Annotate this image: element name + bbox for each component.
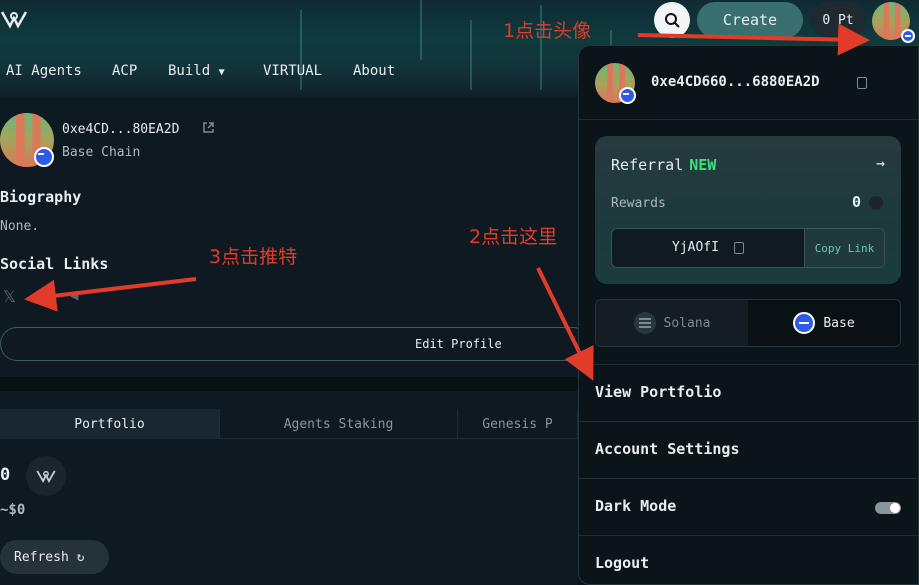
copy-icon[interactable]: [857, 77, 867, 89]
base-chain-badge-icon: [901, 29, 915, 43]
tab-agents-staking[interactable]: Agents Staking: [220, 409, 458, 439]
background-streak: [420, 0, 422, 60]
virtual-token-icon: [26, 456, 66, 496]
refresh-icon: ↻: [76, 549, 85, 565]
virtual-coin-icon: [869, 196, 883, 210]
portfolio-tabs: Portfolio Agents Staking Genesis P: [0, 409, 578, 439]
nav-build[interactable]: Build ▼: [168, 63, 225, 79]
chain-label-base: Base: [823, 315, 855, 331]
edit-profile-label: Edit Profile: [415, 337, 502, 351]
search-button[interactable]: [654, 2, 690, 38]
nav-build-label: Build: [168, 63, 211, 79]
annotation-step2: 2点击这里: [469, 226, 558, 248]
nav-virtual[interactable]: VIRTUAL: [263, 63, 322, 79]
edit-profile-button[interactable]: Edit Profile: [0, 327, 590, 361]
divider: [579, 478, 918, 479]
dropdown-address: 0xe4CD660...6880EA2D: [651, 74, 820, 90]
biography-text: None.: [0, 219, 40, 234]
chain-option-base[interactable]: Base: [748, 300, 900, 346]
chevron-down-icon: ▼: [218, 67, 225, 78]
arrow-right-icon[interactable]: →: [876, 154, 885, 172]
divider: [579, 421, 918, 422]
nav-acp[interactable]: ACP: [112, 63, 137, 79]
base-chain-badge-icon: [619, 87, 636, 104]
refresh-label: Refresh: [14, 549, 69, 565]
refresh-button[interactable]: Refresh ↻: [0, 540, 109, 574]
profile-panel: 0xe4CD...80EA2D Base Chain Biography Non…: [0, 97, 590, 585]
referral-label: Referral: [611, 156, 684, 174]
section-divider: [0, 377, 578, 391]
biography-heading: Biography: [0, 188, 82, 206]
new-badge: NEW: [689, 156, 717, 174]
search-icon: [665, 13, 680, 28]
chain-selector: Solana Base: [595, 299, 901, 347]
referral-code-box: YjAOfI Copy Link: [611, 228, 885, 268]
tab-portfolio[interactable]: Portfolio: [0, 409, 220, 439]
social-links-heading: Social Links: [0, 255, 109, 273]
base-icon: [793, 312, 816, 334]
nav-about[interactable]: About: [353, 63, 395, 79]
menu-account-settings[interactable]: Account Settings: [595, 440, 740, 458]
menu-logout[interactable]: Logout: [595, 554, 649, 572]
menu-dark-mode: Dark Mode: [595, 497, 677, 515]
copy-icon[interactable]: [734, 242, 744, 254]
rewards-value: 0: [852, 193, 862, 211]
divider: [579, 535, 918, 536]
divider: [579, 119, 918, 120]
points-button[interactable]: 0 Pt: [810, 2, 866, 38]
tab-genesis[interactable]: Genesis P: [458, 409, 578, 439]
nav-ai-agents[interactable]: AI Agents: [6, 63, 82, 79]
divider: [579, 364, 918, 365]
menu-view-portfolio[interactable]: View Portfolio: [595, 383, 721, 401]
referral-card: Referral NEW → Rewards 0 YjAOfI Copy Link: [595, 136, 901, 284]
chain-label-solana: Solana: [663, 315, 711, 331]
annotation-step3: 3点击推特: [209, 246, 298, 268]
balance-value: 0: [0, 465, 11, 485]
dark-mode-toggle[interactable]: [875, 502, 901, 514]
x-twitter-icon[interactable]: 𝕏: [3, 287, 16, 306]
virtuals-logo-icon[interactable]: [0, 8, 28, 30]
referral-code: YjAOfI: [672, 240, 719, 255]
telegram-icon[interactable]: ◀: [70, 288, 78, 304]
external-link-icon[interactable]: [202, 121, 216, 135]
chain-option-solana[interactable]: Solana: [596, 300, 748, 346]
account-dropdown: 0xe4CD660...6880EA2D Referral NEW → Rewar…: [578, 45, 919, 585]
annotation-step1: 1点击头像: [503, 20, 592, 42]
create-button[interactable]: Create: [697, 2, 803, 38]
referral-title[interactable]: Referral NEW: [611, 156, 716, 174]
profile-chain: Base Chain: [62, 145, 141, 160]
background-streak: [470, 20, 472, 90]
copy-link-button[interactable]: Copy Link: [804, 229, 884, 267]
profile-address: 0xe4CD...80EA2D: [62, 122, 180, 137]
base-chain-badge-icon: [34, 147, 54, 167]
rewards-label: Rewards: [611, 196, 666, 211]
solana-icon: [633, 312, 656, 334]
usd-value: ~$0: [0, 502, 26, 518]
